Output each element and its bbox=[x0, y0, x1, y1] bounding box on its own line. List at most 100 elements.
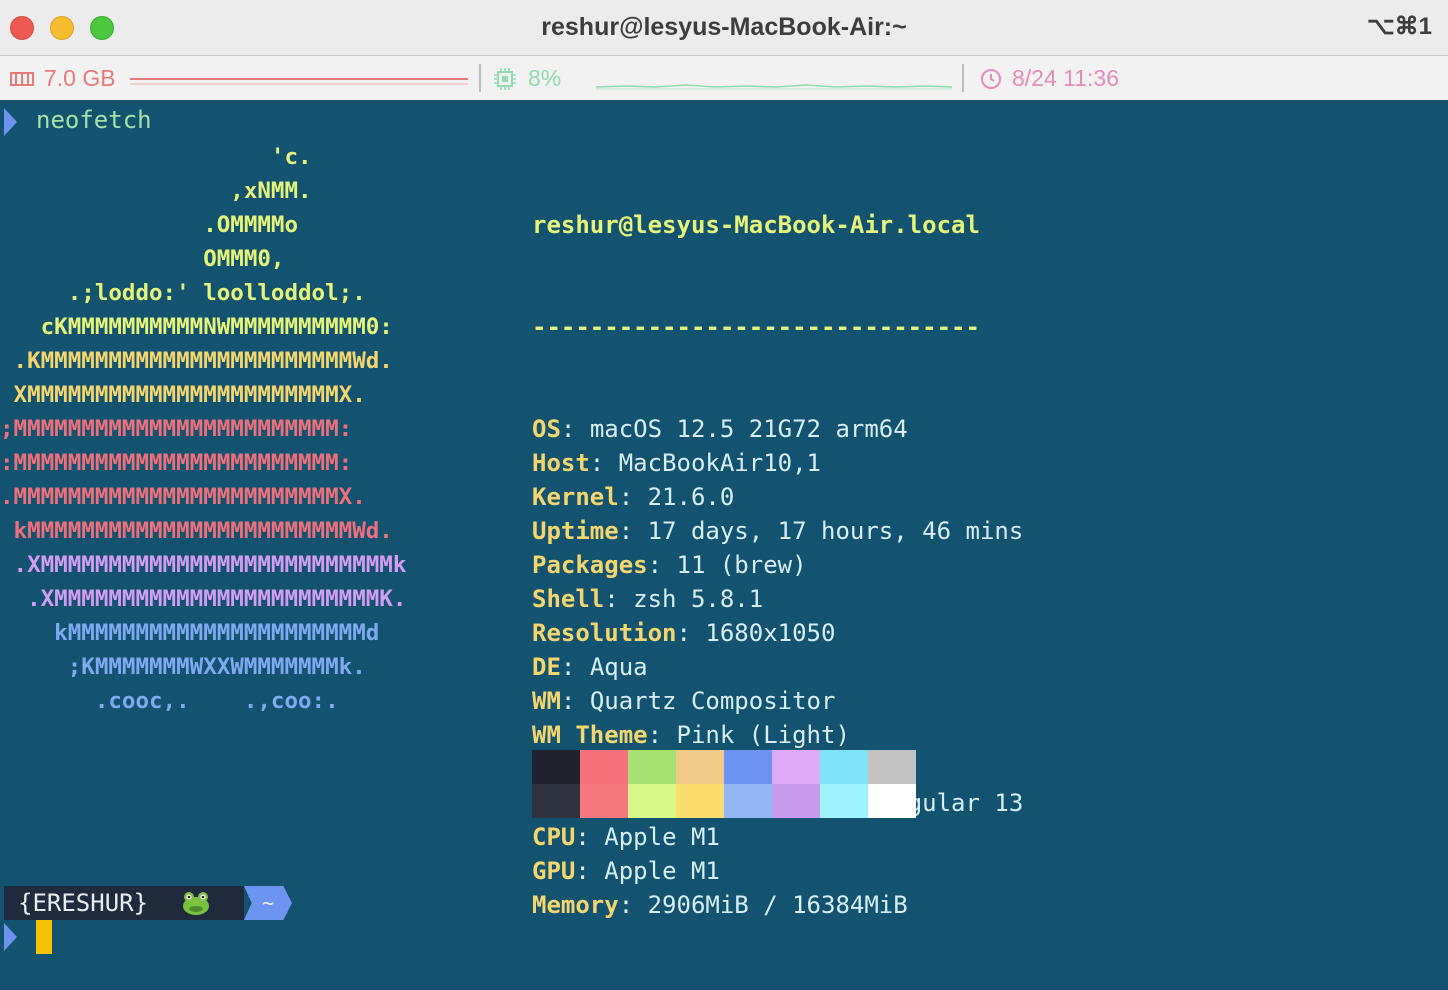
info-colon: : bbox=[618, 891, 648, 919]
memory-graph bbox=[130, 78, 468, 85]
ascii-art-line: cKMMMMMMMMMMNWMMMMMMMMMM0: bbox=[0, 314, 393, 340]
info-colon: : bbox=[647, 721, 677, 749]
memory-usage: 7.0 GB bbox=[44, 65, 116, 91]
user-host: reshur@lesyus-MacBook-Air.local bbox=[532, 211, 980, 239]
info-row: Host: MacBookAir10,1 bbox=[532, 446, 1023, 480]
palette-swatch bbox=[580, 784, 628, 818]
status-separator bbox=[479, 64, 481, 92]
palette-swatch bbox=[772, 750, 820, 784]
palette-swatch bbox=[628, 750, 676, 784]
iterm-window: reshur@lesyus-MacBook-Air:~ ⌥⌘1 7.0 GB 8… bbox=[0, 0, 1448, 962]
info-value: MacBookAir10,1 bbox=[618, 449, 821, 477]
palette-swatch bbox=[724, 750, 772, 784]
info-colon: : bbox=[560, 687, 590, 715]
terminal-pane[interactable]: neofetch 'c. ,xNMM. .OMMMMo OMMM0, .;lod… bbox=[0, 100, 1448, 962]
ascii-art-line: kMMMMMMMMMMMMMMMMMMMMMMMMWd. bbox=[0, 518, 393, 544]
info-key: Packages bbox=[532, 551, 648, 579]
info-colon: : bbox=[676, 619, 706, 647]
info-colon: : bbox=[589, 449, 619, 477]
info-row: OS: macOS 12.5 21G72 arm64 bbox=[532, 412, 1023, 446]
memory-icon bbox=[10, 72, 34, 86]
info-value: 17 days, 17 hours, 46 mins bbox=[647, 517, 1024, 545]
palette-swatch bbox=[676, 784, 724, 818]
info-row: Shell: zsh 5.8.1 bbox=[532, 582, 1023, 616]
info-key: Shell bbox=[532, 585, 605, 613]
info-colon: : bbox=[647, 551, 677, 579]
command-text: neofetch bbox=[36, 106, 152, 134]
window-title: reshur@lesyus-MacBook-Air:~ bbox=[541, 13, 907, 41]
info-rows: OS: macOS 12.5 21G72 arm64 Host: MacBookA… bbox=[532, 412, 1023, 922]
info-row: WM: Quartz Compositor bbox=[532, 684, 1023, 718]
ascii-art-line: .XMMMMMMMMMMMMMMMMMMMMMMMMK. bbox=[0, 586, 407, 612]
info-value: macOS 12.5 21G72 arm64 bbox=[589, 415, 908, 443]
ascii-art-line: ;KMMMMMMMWXXWMMMMMMMk. bbox=[0, 654, 366, 680]
ascii-art-line: ,xNMM. bbox=[0, 178, 312, 204]
ascii-art-line: OMMM0, bbox=[0, 246, 285, 272]
prompt-arrow-icon bbox=[4, 108, 17, 136]
palette-swatch bbox=[724, 784, 772, 818]
info-key: Resolution bbox=[532, 619, 677, 647]
prompt-path: ~ bbox=[244, 886, 292, 920]
info-value: Aqua bbox=[589, 653, 648, 681]
ascii-art-line: .XMMMMMMMMMMMMMMMMMMMMMMMMMMk bbox=[0, 552, 407, 578]
info-colon: : bbox=[560, 415, 590, 443]
info-key: Uptime bbox=[532, 517, 619, 545]
palette-swatch bbox=[628, 784, 676, 818]
info-row: CPU: Apple M1 bbox=[532, 820, 1023, 854]
info-key: WM bbox=[532, 687, 561, 715]
info-value: Quartz Compositor bbox=[589, 687, 836, 715]
info-key: Kernel bbox=[532, 483, 619, 511]
info-key: Host bbox=[532, 449, 590, 477]
info-row: Resolution: 1680x1050 bbox=[532, 616, 1023, 650]
info-row: WM Theme: Pink (Light) bbox=[532, 718, 1023, 752]
separator-line: ------------------------------- bbox=[532, 313, 980, 341]
info-colon: : bbox=[575, 823, 605, 851]
info-value: 11 (brew) bbox=[676, 551, 807, 579]
info-colon: : bbox=[604, 585, 634, 613]
palette-swatch bbox=[820, 784, 868, 818]
ascii-art-line: XMMMMMMMMMMMMMMMMMMMMMMMX. bbox=[0, 382, 366, 408]
ascii-art-line: :MMMMMMMMMMMMMMMMMMMMMMMM: bbox=[0, 450, 353, 476]
info-row: Uptime: 17 days, 17 hours, 46 mins bbox=[532, 514, 1023, 548]
info-colon: : bbox=[575, 857, 605, 885]
ascii-art-line: .KMMMMMMMMMMMMMMMMMMMMMMMWd. bbox=[0, 348, 393, 374]
info-key: DE bbox=[532, 653, 561, 681]
palette-swatch bbox=[772, 784, 820, 818]
palette-swatch bbox=[580, 750, 628, 784]
clock: 8/24 11:36 bbox=[1012, 65, 1120, 91]
info-key: CPU bbox=[532, 823, 576, 851]
info-row: Packages: 11 (brew) bbox=[532, 548, 1023, 582]
ascii-art-line: 'c. bbox=[0, 144, 312, 170]
info-key: WM Theme bbox=[532, 721, 648, 749]
status-separator bbox=[962, 64, 964, 92]
info-colon: : bbox=[560, 653, 590, 681]
frog-icon bbox=[183, 892, 209, 915]
status-bar: 7.0 GB 8% 8/24 11:36 bbox=[0, 56, 1448, 100]
info-row: Memory: 2906MiB / 16384MiB bbox=[532, 888, 1023, 922]
info-row: DE: Aqua bbox=[532, 650, 1023, 684]
cpu-usage: 8% bbox=[528, 65, 562, 91]
ascii-art-line: .MMMMMMMMMMMMMMMMMMMMMMMMX. bbox=[0, 484, 366, 510]
ascii-art-line: kMMMMMMMMMMMMMMMMMMMMMMd bbox=[0, 620, 380, 646]
clock-icon bbox=[981, 69, 1001, 89]
cpu-graph bbox=[596, 84, 952, 90]
info-row: GPU: Apple M1 bbox=[532, 854, 1023, 888]
palette-swatch bbox=[532, 750, 580, 784]
info-value: zsh 5.8.1 bbox=[633, 585, 764, 613]
info-key: Memory bbox=[532, 891, 619, 919]
title-bar: reshur@lesyus-MacBook-Air:~ ⌥⌘1 bbox=[0, 0, 1448, 56]
palette-swatch bbox=[868, 750, 916, 784]
info-value: 21.6.0 bbox=[647, 483, 735, 511]
text-cursor bbox=[36, 920, 52, 954]
info-colon: : bbox=[618, 483, 648, 511]
info-value: 1680x1050 bbox=[705, 619, 836, 647]
info-value: 2906MiB / 16384MiB bbox=[647, 891, 908, 919]
info-value: Apple M1 bbox=[604, 823, 720, 851]
window-shortcut: ⌥⌘1 bbox=[1366, 13, 1432, 40]
palette-swatch bbox=[868, 784, 916, 818]
color-palette bbox=[532, 750, 916, 818]
palette-swatch bbox=[820, 750, 868, 784]
ascii-art-line: .cooc,. .,coo:. bbox=[0, 688, 339, 714]
info-value: Apple M1 bbox=[604, 857, 720, 885]
ascii-art-line: .;loddo:' loolloddol;. bbox=[0, 280, 366, 306]
